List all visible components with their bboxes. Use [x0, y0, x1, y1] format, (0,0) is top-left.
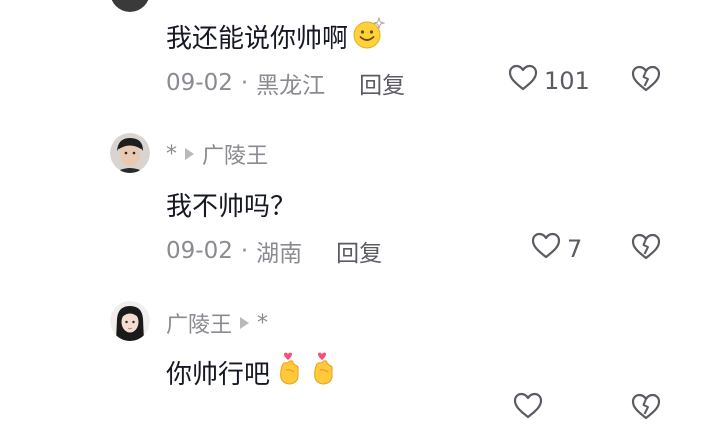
like-button[interactable]: 7 — [531, 232, 582, 266]
broken-heart-icon — [631, 393, 661, 425]
reply-button[interactable]: 回复 — [336, 234, 382, 268]
dislike-button[interactable] — [631, 233, 661, 265]
like-count: 7 — [567, 235, 583, 263]
heart-icon — [508, 64, 538, 98]
comment-text: 我不帅吗？ — [166, 186, 296, 223]
finger-heart-emoji — [274, 352, 304, 393]
separator-dot: · — [240, 238, 249, 264]
dislike-button[interactable] — [631, 393, 661, 425]
smiling-face-emoji — [352, 16, 386, 57]
avatar[interactable] — [110, 301, 150, 341]
comment-meta: 09-02 · 黑龙江 回复 — [166, 66, 405, 100]
replier-name-mark: * — [166, 141, 177, 167]
comment-location: 黑龙江 — [256, 73, 326, 99]
comment-date: 09-02 — [166, 70, 233, 96]
comment-meta: 09-02 · 湖南 回复 — [166, 234, 382, 268]
broken-heart-icon — [631, 65, 661, 97]
avatar[interactable] — [110, 133, 150, 173]
reply-header: 广陵王 * — [166, 307, 269, 339]
comment-text: 你帅行吧 — [166, 352, 338, 393]
comment-text: 我还能说你帅啊 — [166, 16, 386, 57]
like-button[interactable]: 101 — [508, 64, 590, 98]
like-count: 101 — [544, 67, 590, 95]
replier-name[interactable]: 广陵王 — [166, 307, 232, 339]
reply-button[interactable]: 回复 — [359, 66, 405, 100]
comment-body: 我还能说你帅啊 — [166, 24, 349, 54]
broken-heart-icon — [631, 233, 661, 265]
reply-target-mark: * — [257, 310, 269, 336]
heart-icon — [531, 232, 561, 266]
heart-icon — [513, 392, 543, 426]
reply-arrow-icon — [240, 317, 250, 329]
comment-location: 湖南 — [256, 241, 303, 267]
like-button[interactable] — [513, 392, 543, 426]
comment-body: 我不帅吗？ — [166, 192, 297, 222]
comment-date: 09-02 — [166, 238, 233, 264]
avatar[interactable] — [110, 0, 150, 12]
finger-heart-emoji — [308, 352, 338, 393]
dislike-button[interactable] — [631, 65, 661, 97]
comment-body: 你帅行吧 — [166, 360, 271, 390]
reply-target-name[interactable]: 广陵王 — [202, 138, 268, 170]
reply-header: * 广陵王 — [166, 138, 268, 170]
separator-dot: · — [240, 70, 249, 96]
reply-arrow-icon — [185, 148, 194, 160]
